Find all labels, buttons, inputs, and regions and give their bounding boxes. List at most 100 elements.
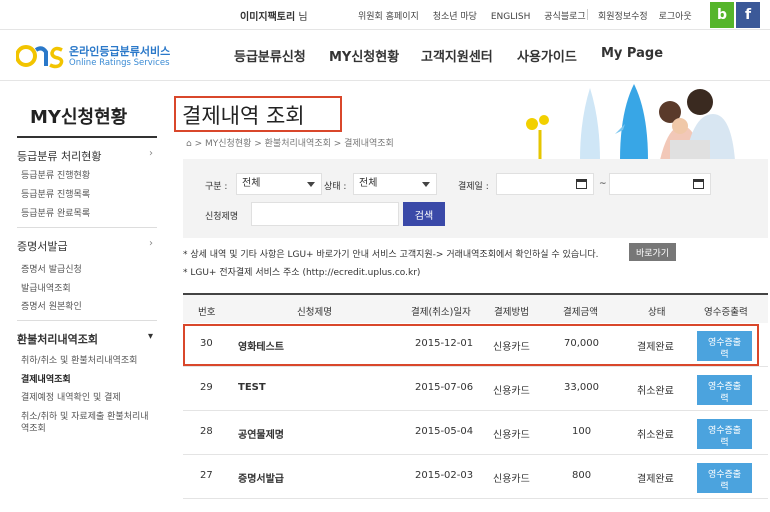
logo-korean: 온라인등급분류서비스 [69, 45, 171, 58]
col-receipt: 영수증출력 [704, 307, 748, 318]
top-divider [587, 9, 588, 20]
receipt-label: 영수증출 [707, 468, 742, 479]
sidebar-divider [17, 320, 157, 321]
shortcut-button[interactable]: 바로가기 [629, 243, 676, 261]
receipt-button[interactable]: 영수증출 력 [697, 463, 752, 493]
sidebar-item-cert-apply[interactable]: 증명서 발급신청 [21, 262, 82, 275]
top-utility-bar: 이미지팩토리 님 위원회 홈페이지 청소년 마당 ENGLISH 공식블로그 회… [0, 0, 770, 30]
title-search-input[interactable] [251, 202, 399, 226]
sidebar-title: MY신청현황 [30, 107, 128, 128]
sidebar-item-rating-progress[interactable]: 등급분류 진행현황 [21, 168, 90, 181]
nav-my-status[interactable]: MY신청현황 [329, 46, 399, 65]
sidebar-item-rating-progress-list[interactable]: 등급분류 진행목록 [21, 187, 90, 200]
note-lgu-address: * LGU+ 전자결제 서비스 주소 (http://ecredit.uplus… [183, 268, 421, 278]
status-label: 상태 : [324, 182, 347, 192]
type-select[interactable]: 전체 [236, 173, 322, 195]
breadcrumb: ⌂ > MY신청현황 > 환불처리내역조회 > 결제내역조회 [186, 136, 394, 149]
row-method: 신용카드 [493, 430, 530, 441]
page-title: 결제내역 조회 [182, 104, 305, 128]
table-header: 번호 신청제명 결제(취소)일자 결제방법 결제금액 상태 영수증출력 [183, 293, 768, 323]
note-detail: * 상세 내역 및 기타 사항은 LGU+ 바로가기 안내 서비스 고객지원->… [183, 250, 599, 260]
breadcrumb-path: > MY신청현황 > 환불처리내역조회 > 결제내역조회 [194, 139, 394, 149]
search-button[interactable]: 검색 [403, 202, 445, 226]
sidebar-section-label: 증명서발급 [17, 240, 68, 253]
type-select-value: 전체 [242, 178, 261, 189]
sidebar-section-rating-status[interactable]: 등급분류 처리현황 › [17, 148, 157, 164]
sidebar-section-label: 등급분류 처리현황 [17, 150, 102, 163]
user-greeting: 이미지팩토리 님 [240, 8, 308, 23]
row-title[interactable]: 공연물제명 [238, 426, 284, 441]
nav-mypage[interactable]: My Page [601, 46, 663, 61]
nav-rating-apply[interactable]: 등급분류신청 [234, 46, 306, 65]
account-links: 회원정보수정 로그아웃 [598, 9, 700, 22]
logo-english: Online Ratings Services [69, 58, 170, 68]
chevron-down-icon [307, 182, 315, 187]
sidebar-item-cancel-refund-cont[interactable]: 역조회 [21, 421, 46, 434]
row-number: 27 [200, 470, 213, 481]
calendar-icon[interactable] [576, 179, 587, 189]
row-title[interactable]: 증명서발급 [238, 470, 284, 485]
sidebar-item-rating-complete-list[interactable]: 등급분류 완료목록 [21, 206, 90, 219]
row-number: 29 [200, 382, 213, 393]
table-row: 28 공연물제명 2015-05-04 신용카드 100 취소완료 영수증출 력 [183, 411, 768, 455]
family-illustration [526, 84, 735, 160]
row-highlight-box [183, 324, 759, 366]
receipt-label-cont: 력 [720, 392, 729, 403]
row-amount: 33,000 [564, 382, 599, 393]
receipt-label: 영수증출 [707, 380, 742, 391]
row-method: 신용카드 [493, 474, 530, 485]
row-title[interactable]: TEST [238, 382, 266, 393]
table-row: 29 TEST 2015-07-06 신용카드 33,000 취소완료 영수증출… [183, 367, 768, 411]
site-logo[interactable]: 온라인등급분류서비스 Online Ratings Services [16, 40, 186, 72]
type-label: 구분 : [205, 182, 228, 192]
title-label: 신청제명 [205, 212, 239, 222]
row-method: 신용카드 [493, 386, 530, 397]
date-from-input[interactable] [496, 173, 594, 195]
link-blog[interactable]: 공식블로그 [544, 12, 585, 22]
status-select-value: 전체 [359, 178, 378, 189]
date-separator: ~ [599, 179, 607, 189]
home-icon[interactable]: ⌂ [186, 139, 192, 149]
link-committee-home[interactable]: 위원회 홈페이지 [358, 12, 419, 22]
nav-support[interactable]: 고객지원센터 [421, 46, 493, 65]
sidebar-item-scheduled-payment[interactable]: 결제예정 내역확인 및 결제 [21, 390, 121, 403]
date-to-input[interactable] [609, 173, 711, 195]
link-youth[interactable]: 청소년 마당 [433, 12, 477, 22]
user-name: 이미지팩토리 [240, 12, 296, 23]
chevron-down-icon: ▾ [147, 331, 153, 342]
logo-mark-icon [16, 45, 64, 69]
row-status: 결제완료 [637, 474, 674, 485]
search-panel [183, 159, 768, 238]
sidebar-section-label: 환불처리내역조회 [17, 333, 98, 346]
logout-link[interactable]: 로그아웃 [659, 12, 692, 22]
row-date: 2015-05-04 [415, 426, 474, 437]
edit-profile-link[interactable]: 회원정보수정 [598, 12, 648, 22]
sidebar-item-issue-history[interactable]: 발급내역조회 [21, 281, 71, 294]
row-date: 2015-02-03 [415, 470, 474, 481]
status-select[interactable]: 전체 [353, 173, 437, 195]
col-date: 결제(취소)일자 [411, 307, 471, 318]
receipt-button[interactable]: 영수증출 력 [697, 419, 752, 449]
facebook-icon[interactable]: f [736, 2, 760, 28]
sidebar-item-cert-verify[interactable]: 증명서 원본확인 [21, 299, 82, 312]
col-method: 결제방법 [494, 307, 529, 318]
nav-guide[interactable]: 사용가이드 [517, 46, 577, 65]
col-number: 번호 [198, 307, 216, 318]
row-status: 취소완료 [637, 386, 674, 397]
receipt-button[interactable]: 영수증출 력 [697, 375, 752, 405]
sidebar-item-refund-history[interactable]: 취하/취소 및 환불처리내역조회 [21, 353, 137, 366]
sidebar-section-certificate[interactable]: 증명서발급 › [17, 238, 157, 254]
row-amount: 100 [572, 426, 592, 437]
receipt-label-cont: 력 [720, 436, 729, 447]
row-number: 28 [200, 426, 213, 437]
calendar-icon[interactable] [693, 179, 704, 189]
sidebar-title-rule [17, 136, 157, 138]
table-row: 27 증명서발급 2015-02-03 신용카드 800 결제완료 영수증출 력 [183, 455, 768, 499]
receipt-label: 영수증출 [707, 424, 742, 435]
sidebar-section-refund[interactable]: 환불처리내역조회 ▾ [17, 331, 157, 347]
blog-icon[interactable]: b [710, 2, 734, 28]
sidebar-item-payment-history[interactable]: 결제내역조회 [21, 372, 71, 385]
col-title: 신청제명 [297, 307, 332, 318]
link-english[interactable]: ENGLISH [491, 12, 531, 22]
row-amount: 800 [572, 470, 592, 481]
